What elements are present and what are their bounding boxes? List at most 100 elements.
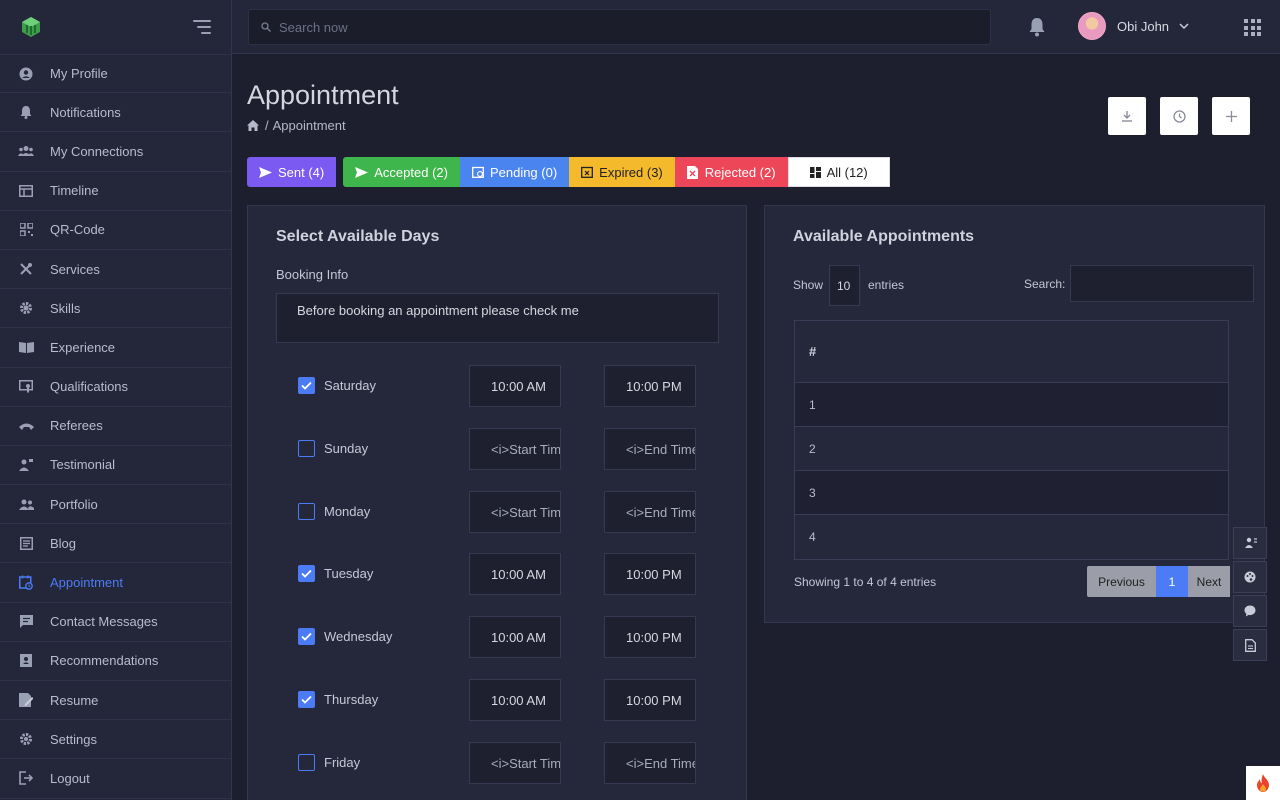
sidebar-item-label: Testimonial xyxy=(50,457,116,473)
bell-icon xyxy=(18,104,34,120)
sidebar-item-resume[interactable]: Resume xyxy=(0,681,231,721)
chat-button[interactable] xyxy=(1233,595,1267,627)
tab-pending[interactable]: Pending (0) xyxy=(459,157,570,187)
portfolio-icon xyxy=(18,496,34,512)
sidebar-item-logout[interactable]: Logout xyxy=(0,759,231,799)
check-icon xyxy=(301,381,312,390)
sidebar-item-testimonial[interactable]: Testimonial xyxy=(0,446,231,486)
end-time-input[interactable] xyxy=(604,616,696,658)
sliders-icon xyxy=(1244,537,1257,548)
sidebar-item-blog[interactable]: Blog xyxy=(0,524,231,564)
end-time-input[interactable] xyxy=(604,679,696,721)
sidebar-item-notifications[interactable]: Notifications xyxy=(0,93,231,133)
previous-page-button[interactable]: Previous xyxy=(1087,566,1156,597)
end-time-input[interactable] xyxy=(604,742,696,784)
tab-label: All (12) xyxy=(826,164,868,180)
page-1-button[interactable]: 1 xyxy=(1156,566,1188,597)
start-time-input[interactable] xyxy=(469,616,561,658)
apps-grid-icon[interactable] xyxy=(1244,19,1261,36)
tab-accepted[interactable]: Accepted (2) xyxy=(343,157,460,187)
sidebar-item-label: Settings xyxy=(50,731,97,747)
sidebar-item-recommendations[interactable]: Recommendations xyxy=(0,642,231,681)
tab-sent[interactable]: Sent (4) xyxy=(247,157,337,187)
sidebar-item-label: Contact Messages xyxy=(50,614,158,630)
tab-rejected[interactable]: Rejected (2) xyxy=(674,157,788,187)
notification-bell-icon[interactable] xyxy=(1028,17,1046,37)
document-button[interactable] xyxy=(1233,629,1267,661)
tab-label: Accepted (2) xyxy=(374,164,448,180)
wednesday-checkbox[interactable] xyxy=(298,628,315,645)
sidebar-item-label: Portfolio xyxy=(50,496,98,512)
sidebar-item-referees[interactable]: Referees xyxy=(0,407,231,446)
next-page-button[interactable]: Next xyxy=(1188,566,1230,597)
appointments-table: # 1 2 3 4 xyxy=(794,320,1229,560)
download-button[interactable] xyxy=(1108,97,1146,135)
entries-length-select[interactable]: 10 xyxy=(829,265,860,306)
sidebar-item-qr-code[interactable]: QR-Code xyxy=(0,211,231,250)
sidebar-item-timeline[interactable]: Timeline xyxy=(0,172,231,211)
table-row[interactable]: 4 xyxy=(795,515,1228,559)
sidebar-item-settings[interactable]: Settings xyxy=(0,720,231,760)
logo-icon[interactable] xyxy=(20,16,42,38)
sidebar-item-contact-messages[interactable]: Contact Messages xyxy=(0,603,231,642)
table-row[interactable]: 2 xyxy=(795,427,1228,471)
saturday-checkbox[interactable] xyxy=(298,377,315,394)
phone-icon xyxy=(18,418,34,434)
menu-toggle-icon[interactable] xyxy=(193,20,211,34)
sunday-checkbox[interactable] xyxy=(298,440,315,457)
monday-checkbox[interactable] xyxy=(298,503,315,520)
start-time-input[interactable] xyxy=(469,742,561,784)
tuesday-checkbox[interactable] xyxy=(298,565,315,582)
booking-info-textarea[interactable]: Before booking an appointment please che… xyxy=(276,293,719,343)
thursday-checkbox[interactable] xyxy=(298,691,315,708)
sidebar-item-label: Timeline xyxy=(50,183,99,199)
home-icon[interactable] xyxy=(247,120,259,131)
day-row-sunday: Sunday xyxy=(298,428,698,470)
day-row-friday: Friday xyxy=(298,742,698,784)
user-menu[interactable]: Obi John xyxy=(1078,12,1189,40)
friday-checkbox[interactable] xyxy=(298,754,315,771)
day-row-saturday: Saturday xyxy=(298,365,698,407)
table-row[interactable]: 1 xyxy=(795,383,1228,427)
start-time-input[interactable] xyxy=(469,428,561,470)
timeline-icon xyxy=(18,183,34,199)
sidebar-item-services[interactable]: Services xyxy=(0,250,231,290)
breadcrumb-current: Appointment xyxy=(272,118,346,133)
app-badge-button[interactable] xyxy=(1246,766,1280,800)
sidebar-item-experience[interactable]: Experience xyxy=(0,328,231,368)
breadcrumb-separator: / xyxy=(265,118,269,133)
theme-button[interactable] xyxy=(1233,561,1267,593)
sidebar-item-qualifications[interactable]: Qualifications xyxy=(0,368,231,407)
history-button[interactable] xyxy=(1160,97,1198,135)
start-time-input[interactable] xyxy=(469,491,561,533)
end-time-input[interactable] xyxy=(604,553,696,595)
table-header-number[interactable]: # xyxy=(795,321,1228,383)
start-time-input[interactable] xyxy=(469,553,561,595)
sidebar-item-portfolio[interactable]: Portfolio xyxy=(0,485,231,525)
search-input[interactable] xyxy=(279,19,959,35)
tab-expired[interactable]: Expired (3) xyxy=(569,157,675,187)
palette-icon xyxy=(1244,571,1256,583)
send-icon xyxy=(259,166,272,178)
check-icon xyxy=(301,695,312,704)
start-time-input[interactable] xyxy=(469,365,561,407)
flame-icon xyxy=(1257,774,1269,792)
end-time-input[interactable] xyxy=(604,491,696,533)
add-button[interactable] xyxy=(1212,97,1250,135)
customize-button[interactable] xyxy=(1233,527,1267,559)
tab-all[interactable]: All (12) xyxy=(787,157,890,187)
search-label: Search: xyxy=(1024,277,1066,291)
sidebar-item-label: Logout xyxy=(50,770,90,786)
table-row[interactable]: 3 xyxy=(795,471,1228,515)
sidebar-item-my-connections[interactable]: My Connections xyxy=(0,132,231,172)
sidebar-item-skills[interactable]: Skills xyxy=(0,289,231,329)
sidebar-item-label: Qualifications xyxy=(50,379,129,395)
day-label: Thursday xyxy=(324,692,379,707)
end-time-input[interactable] xyxy=(604,365,696,407)
table-search-input[interactable] xyxy=(1070,265,1254,302)
send-icon xyxy=(355,166,369,178)
sidebar-item-appointment[interactable]: Appointment xyxy=(0,563,231,603)
start-time-input[interactable] xyxy=(469,679,561,721)
end-time-input[interactable] xyxy=(604,428,696,470)
sidebar-item-my-profile[interactable]: My Profile xyxy=(0,54,231,94)
